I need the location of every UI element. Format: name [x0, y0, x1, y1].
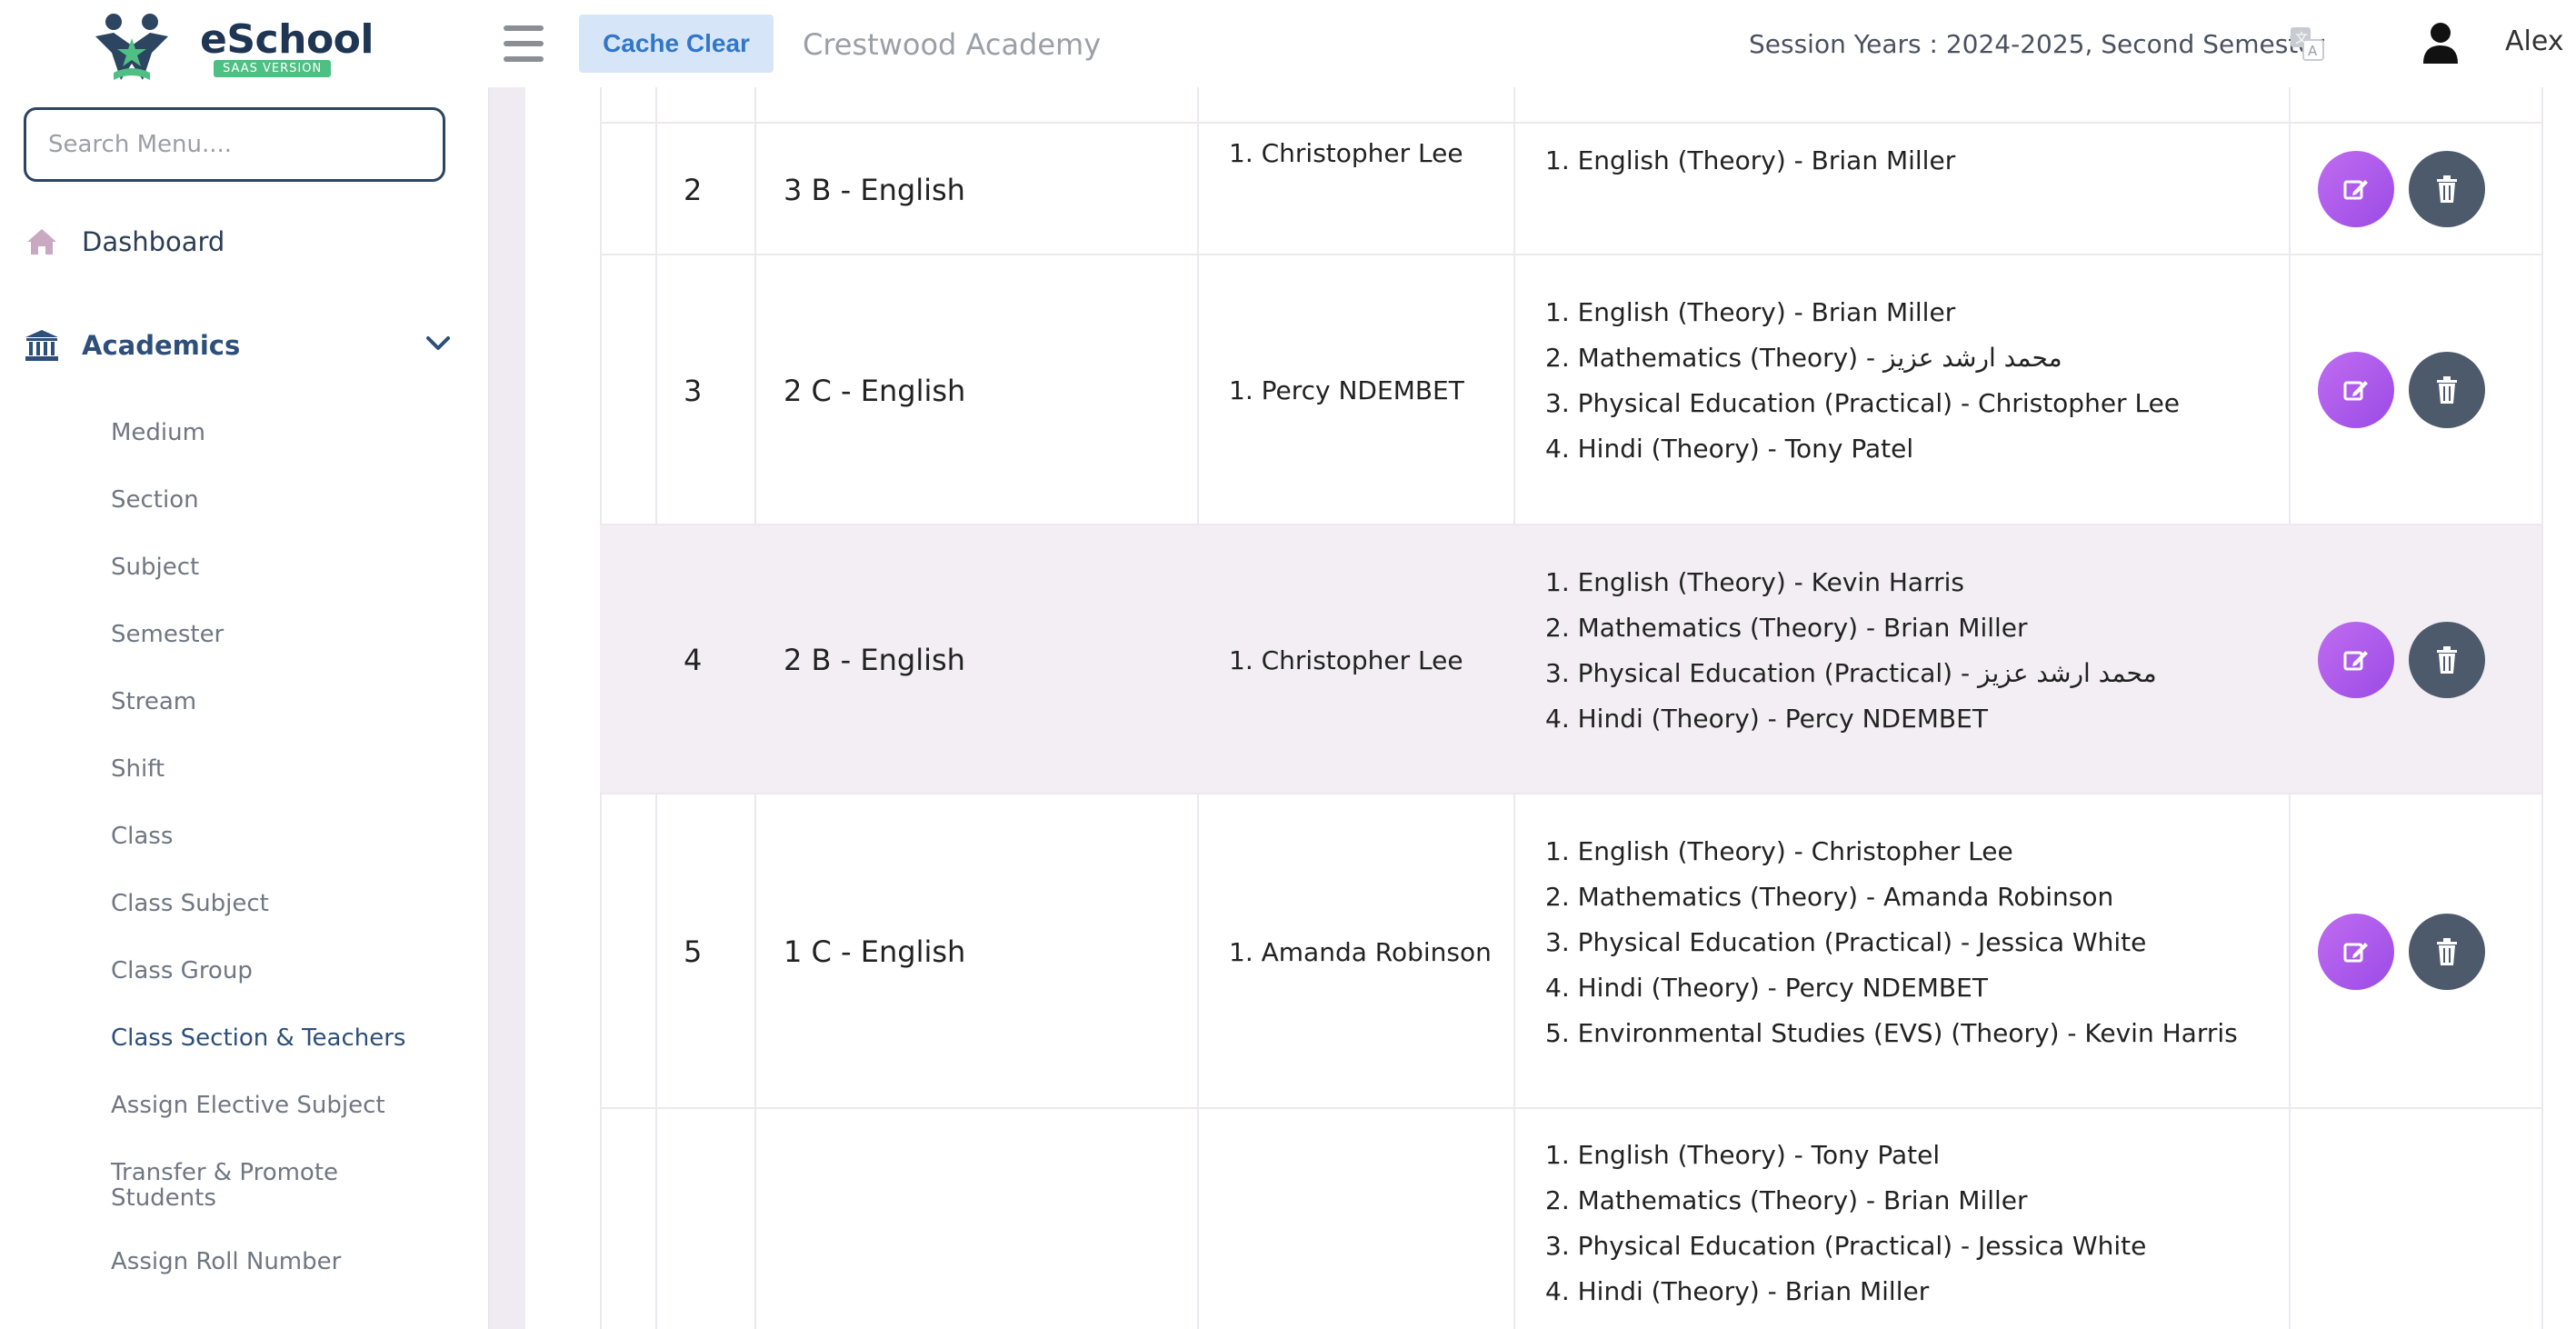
subject-teacher-line: 3. Physical Education (Practical) - Jess…	[1545, 1231, 2147, 1261]
row-actions	[2318, 352, 2485, 428]
sidebar-subitem[interactable]: Class	[111, 824, 173, 849]
row-actions	[2318, 622, 2485, 698]
table-row: 3 2 C - English 1. Percy NDEMBET 1. Engl…	[600, 255, 2541, 525]
delete-button[interactable]	[2409, 622, 2485, 698]
sidebar-subitem[interactable]: Medium	[111, 420, 205, 445]
edit-icon	[2343, 381, 2368, 401]
trash-icon	[2437, 938, 2457, 965]
sidebar-subitem[interactable]: Class Group	[111, 958, 253, 984]
sidebar-subitem[interactable]: Transfer & Promote Students	[111, 1160, 384, 1211]
hamburger-menu-icon[interactable]	[504, 25, 544, 62]
table-border	[2541, 87, 2543, 1329]
edit-icon	[2343, 180, 2368, 200]
home-icon	[27, 229, 56, 255]
subject-teacher-line: 2. Mathematics (Theory) - Amanda Robinso…	[1545, 882, 2114, 912]
sidebar-subitem[interactable]: Section	[111, 487, 199, 513]
subject-teacher-line: 4. Hindi (Theory) - Percy NDEMBET	[1545, 704, 1988, 734]
table-row-highlighted: 4 2 B - English 1. Christopher Lee 1. En…	[600, 525, 2541, 794]
cell-subject-teachers: 1. English (Theory) - Brian Miller 2. Ma…	[1545, 290, 2180, 472]
subject-teacher-line: 1. English (Theory) - Tony Patel	[1545, 1140, 1941, 1170]
cell-subject-teachers: 1. English (Theory) - Kevin Harris 2. Ma…	[1545, 560, 2157, 742]
cell-class-teacher: 1. Amanda Robinson	[1229, 936, 1492, 967]
subject-teacher-line: 1. English (Theory) - Christopher Lee	[1545, 836, 2013, 866]
sidebar-subitem[interactable]: Semester	[111, 622, 224, 647]
sidebar-subitem[interactable]: Assign Elective Subject	[111, 1093, 385, 1118]
table-row-partial	[600, 87, 2541, 124]
content-gutter	[489, 87, 525, 1329]
edit-button[interactable]	[2318, 352, 2394, 428]
cell-no: 3	[684, 373, 703, 408]
svg-text:文: 文	[2295, 32, 2308, 46]
cell-subject-teachers: 1. English (Theory) - Christopher Lee 2.…	[1545, 829, 2238, 1056]
trash-icon	[2437, 376, 2457, 404]
subject-teacher-line: 2. Mathematics (Theory) - Brian Miller	[1545, 613, 2028, 643]
edit-button[interactable]	[2318, 151, 2394, 227]
subject-teacher-line: 4. Hindi (Theory) - Percy NDEMBET	[1545, 973, 1988, 1003]
subject-teacher-line: 3. Physical Education (Practical) - Jess…	[1545, 927, 2147, 957]
cell-no: 2	[684, 172, 703, 207]
subject-teacher-line: 2. Mathematics (Theory) - محمد ارشد عزیز	[1545, 343, 2062, 373]
subject-teacher-line: 2. Mathematics (Theory) - Brian Miller	[1545, 1185, 2028, 1215]
sidebar-subitem[interactable]: Class Subject	[111, 891, 269, 916]
trash-icon	[2437, 175, 2457, 203]
edit-icon	[2343, 651, 2368, 671]
search-menu-input[interactable]	[24, 107, 445, 182]
table-row: 5 1 C - English 1. Amanda Robinson 1. En…	[600, 794, 2541, 1109]
subject-teacher-line: 1. English (Theory) - Kevin Harris	[1545, 567, 1964, 597]
delete-button[interactable]	[2409, 151, 2485, 227]
bank-icon	[25, 330, 58, 361]
subject-teacher-line: 4. Hindi (Theory) - Brian Miller	[1545, 1276, 1930, 1306]
subject-teacher-line: 5. Environmental Studies (EVS) (Theory) …	[1545, 1018, 2238, 1048]
user-name[interactable]: Alex	[2505, 25, 2564, 57]
table-row: 2 3 B - English 1. Christopher Lee 1. En…	[600, 124, 2541, 255]
cell-subject-teachers: 1. English (Theory) - Tony Patel 2. Math…	[1545, 1133, 2146, 1314]
sidebar-item-dashboard[interactable]: Dashboard	[24, 224, 225, 260]
trash-icon	[2437, 646, 2457, 674]
sidebar-subitem[interactable]: Stream	[111, 689, 196, 714]
cell-section: 2 C - English	[784, 373, 966, 408]
sidebar-subitem[interactable]: Subject	[111, 555, 199, 580]
sidebar-item-academics[interactable]: Academics	[24, 327, 451, 364]
table-row-partial: 1. English (Theory) - Tony Patel 2. Math…	[600, 1109, 2541, 1329]
subject-teacher-line: 3. Physical Education (Practical) - محمد…	[1545, 658, 2157, 688]
svg-text:A: A	[2308, 43, 2318, 59]
sidebar: Dashboard Academics Medium Section Subje…	[0, 87, 489, 1329]
sidebar-item-label: Dashboard	[82, 226, 225, 257]
brand[interactable]: eSchool SAAS VERSION	[86, 9, 386, 85]
edit-button[interactable]	[2318, 914, 2394, 990]
row-actions	[2318, 151, 2485, 227]
brand-name: eSchool	[200, 16, 374, 63]
session-years: Session Years : 2024-2025, Second Semest…	[1749, 29, 2325, 59]
row-actions	[2318, 914, 2485, 990]
user-icon[interactable]	[2421, 20, 2460, 64]
subject-teacher-line: 4. Hindi (Theory) - Tony Patel	[1545, 434, 1914, 464]
sidebar-subitem-active[interactable]: Class Section & Teachers	[111, 1025, 405, 1051]
sidebar-subitem[interactable]: Assign Roll Number	[111, 1249, 341, 1274]
sidebar-subitem[interactable]: Shift	[111, 756, 165, 782]
cell-no: 4	[684, 643, 703, 677]
delete-button[interactable]	[2409, 352, 2485, 428]
subject-teacher-line: 1. English (Theory) - Brian Miller	[1545, 145, 1956, 175]
cell-class-teacher: 1. Christopher Lee	[1229, 138, 1463, 168]
brand-badge: SAAS VERSION	[214, 60, 332, 77]
cell-class-teacher: 1. Christopher Lee	[1229, 645, 1463, 675]
translate-icon[interactable]: 文 A	[2289, 25, 2325, 62]
top-bar: eSchool SAAS VERSION Cache Clear Crestwo…	[0, 0, 2576, 87]
sidebar-item-label: Academics	[82, 330, 241, 361]
cell-section: 2 B - English	[784, 643, 965, 677]
subject-teacher-line: 1. English (Theory) - Brian Miller	[1545, 297, 1956, 327]
cache-clear-button[interactable]: Cache Clear	[579, 15, 774, 73]
edit-icon	[2343, 943, 2368, 963]
cell-class-teacher: 1. Percy NDEMBET	[1229, 375, 1464, 405]
chevron-down-icon[interactable]	[425, 335, 451, 353]
cell-section: 3 B - English	[784, 172, 965, 207]
cell-no: 5	[684, 934, 703, 969]
subject-teacher-line: 3. Physical Education (Practical) - Chri…	[1545, 388, 2181, 418]
delete-button[interactable]	[2409, 914, 2485, 990]
school-name: Crestwood Academy	[803, 27, 1102, 62]
edit-button[interactable]	[2318, 622, 2394, 698]
cell-subject-teachers: 1. English (Theory) - Brian Miller	[1545, 138, 1955, 184]
cell-section: 1 C - English	[784, 934, 966, 969]
eschool-logo-icon	[95, 14, 168, 80]
